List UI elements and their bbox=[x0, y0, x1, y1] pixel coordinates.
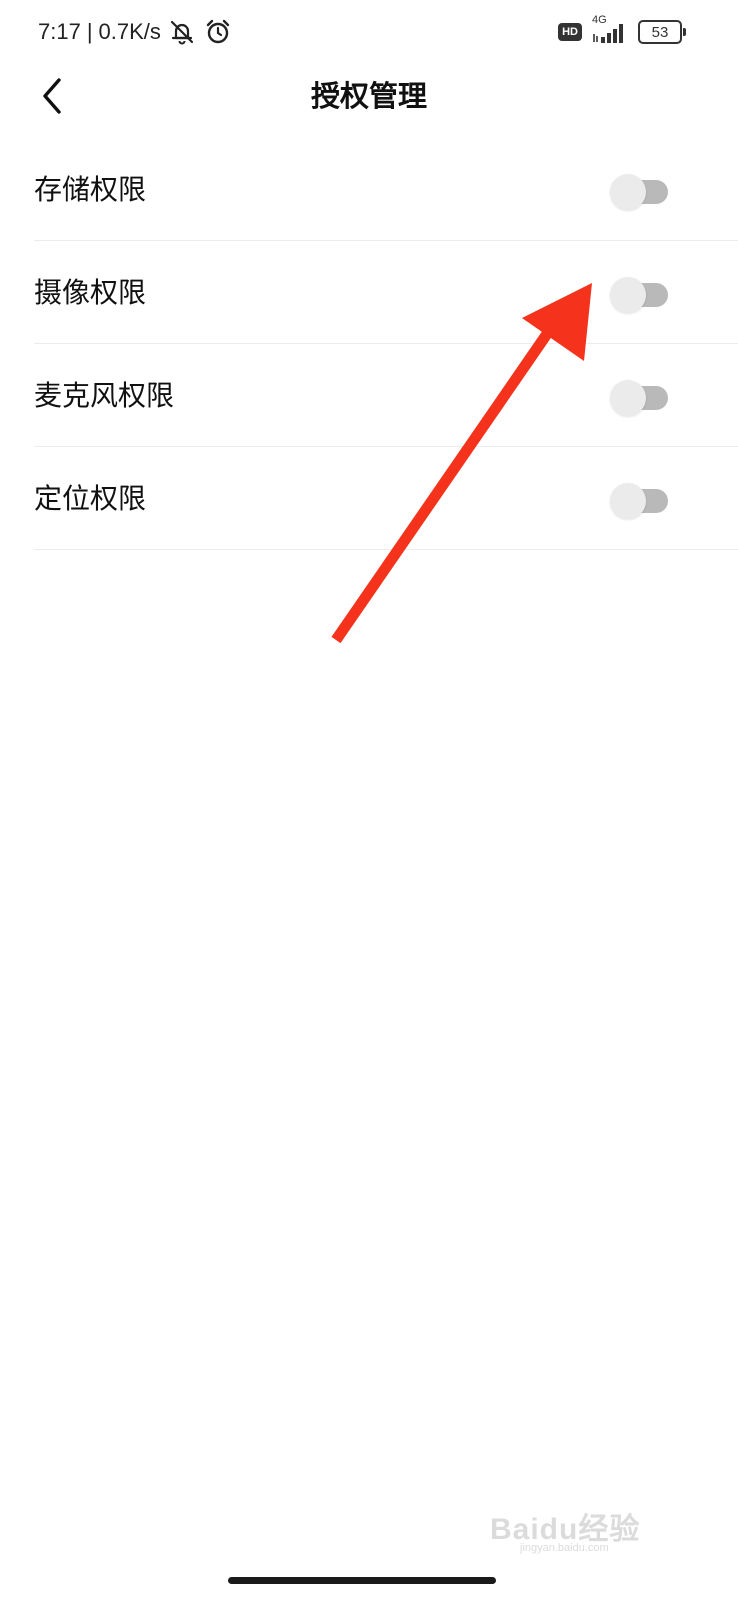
permission-label: 定位权限 bbox=[34, 482, 147, 515]
watermark-sub: jingyan.baidu.com bbox=[520, 1542, 609, 1554]
permission-item-location: 定位权限 bbox=[34, 447, 738, 550]
home-indicator[interactable] bbox=[228, 1577, 496, 1584]
camera-permission-toggle[interactable] bbox=[610, 277, 672, 313]
status-time: 7:17 bbox=[38, 19, 81, 44]
alarm-clock-icon bbox=[203, 17, 233, 47]
status-net-speed: 0.7K/s bbox=[98, 19, 161, 44]
battery-level: 53 bbox=[651, 23, 669, 41]
permission-item-camera: 摄像权限 bbox=[34, 241, 738, 344]
toggle-knob bbox=[610, 380, 646, 416]
toggle-knob bbox=[610, 277, 646, 313]
toggle-knob bbox=[610, 483, 646, 519]
header: 授权管理 bbox=[0, 62, 738, 132]
status-separator: | bbox=[86, 19, 93, 44]
status-right: HD 4G 53 bbox=[558, 14, 686, 48]
hd-badge: HD bbox=[558, 23, 582, 41]
permission-label: 麦克风权限 bbox=[34, 379, 175, 412]
status-bar: 7:17 | 0.7K/s HD 4G 53 bbox=[0, 0, 738, 62]
permission-item-storage: 存储权限 bbox=[34, 138, 738, 241]
storage-permission-toggle[interactable] bbox=[610, 174, 672, 210]
signal-icon: 4G bbox=[590, 14, 630, 46]
microphone-permission-toggle[interactable] bbox=[610, 380, 672, 416]
location-permission-toggle[interactable] bbox=[610, 483, 672, 519]
permission-label: 摄像权限 bbox=[34, 276, 147, 309]
baidu-watermark: Baidu经验 jingyan.baidu.com bbox=[486, 1500, 686, 1564]
permission-label: 存储权限 bbox=[34, 173, 147, 206]
battery-icon: 53 bbox=[638, 20, 686, 44]
phone-screen: 7:17 | 0.7K/s HD 4G 53 授权管理 存储权限 摄像权限 麦克… bbox=[0, 0, 738, 1600]
page-title: 授权管理 bbox=[310, 79, 427, 113]
mute-bell-icon bbox=[167, 17, 197, 47]
toggle-knob bbox=[610, 174, 646, 210]
permission-list: 存储权限 摄像权限 麦克风权限 定位权限 bbox=[34, 138, 738, 550]
status-left: 7:17 | 0.7K/s bbox=[38, 14, 233, 50]
permission-item-microphone: 麦克风权限 bbox=[34, 344, 738, 447]
